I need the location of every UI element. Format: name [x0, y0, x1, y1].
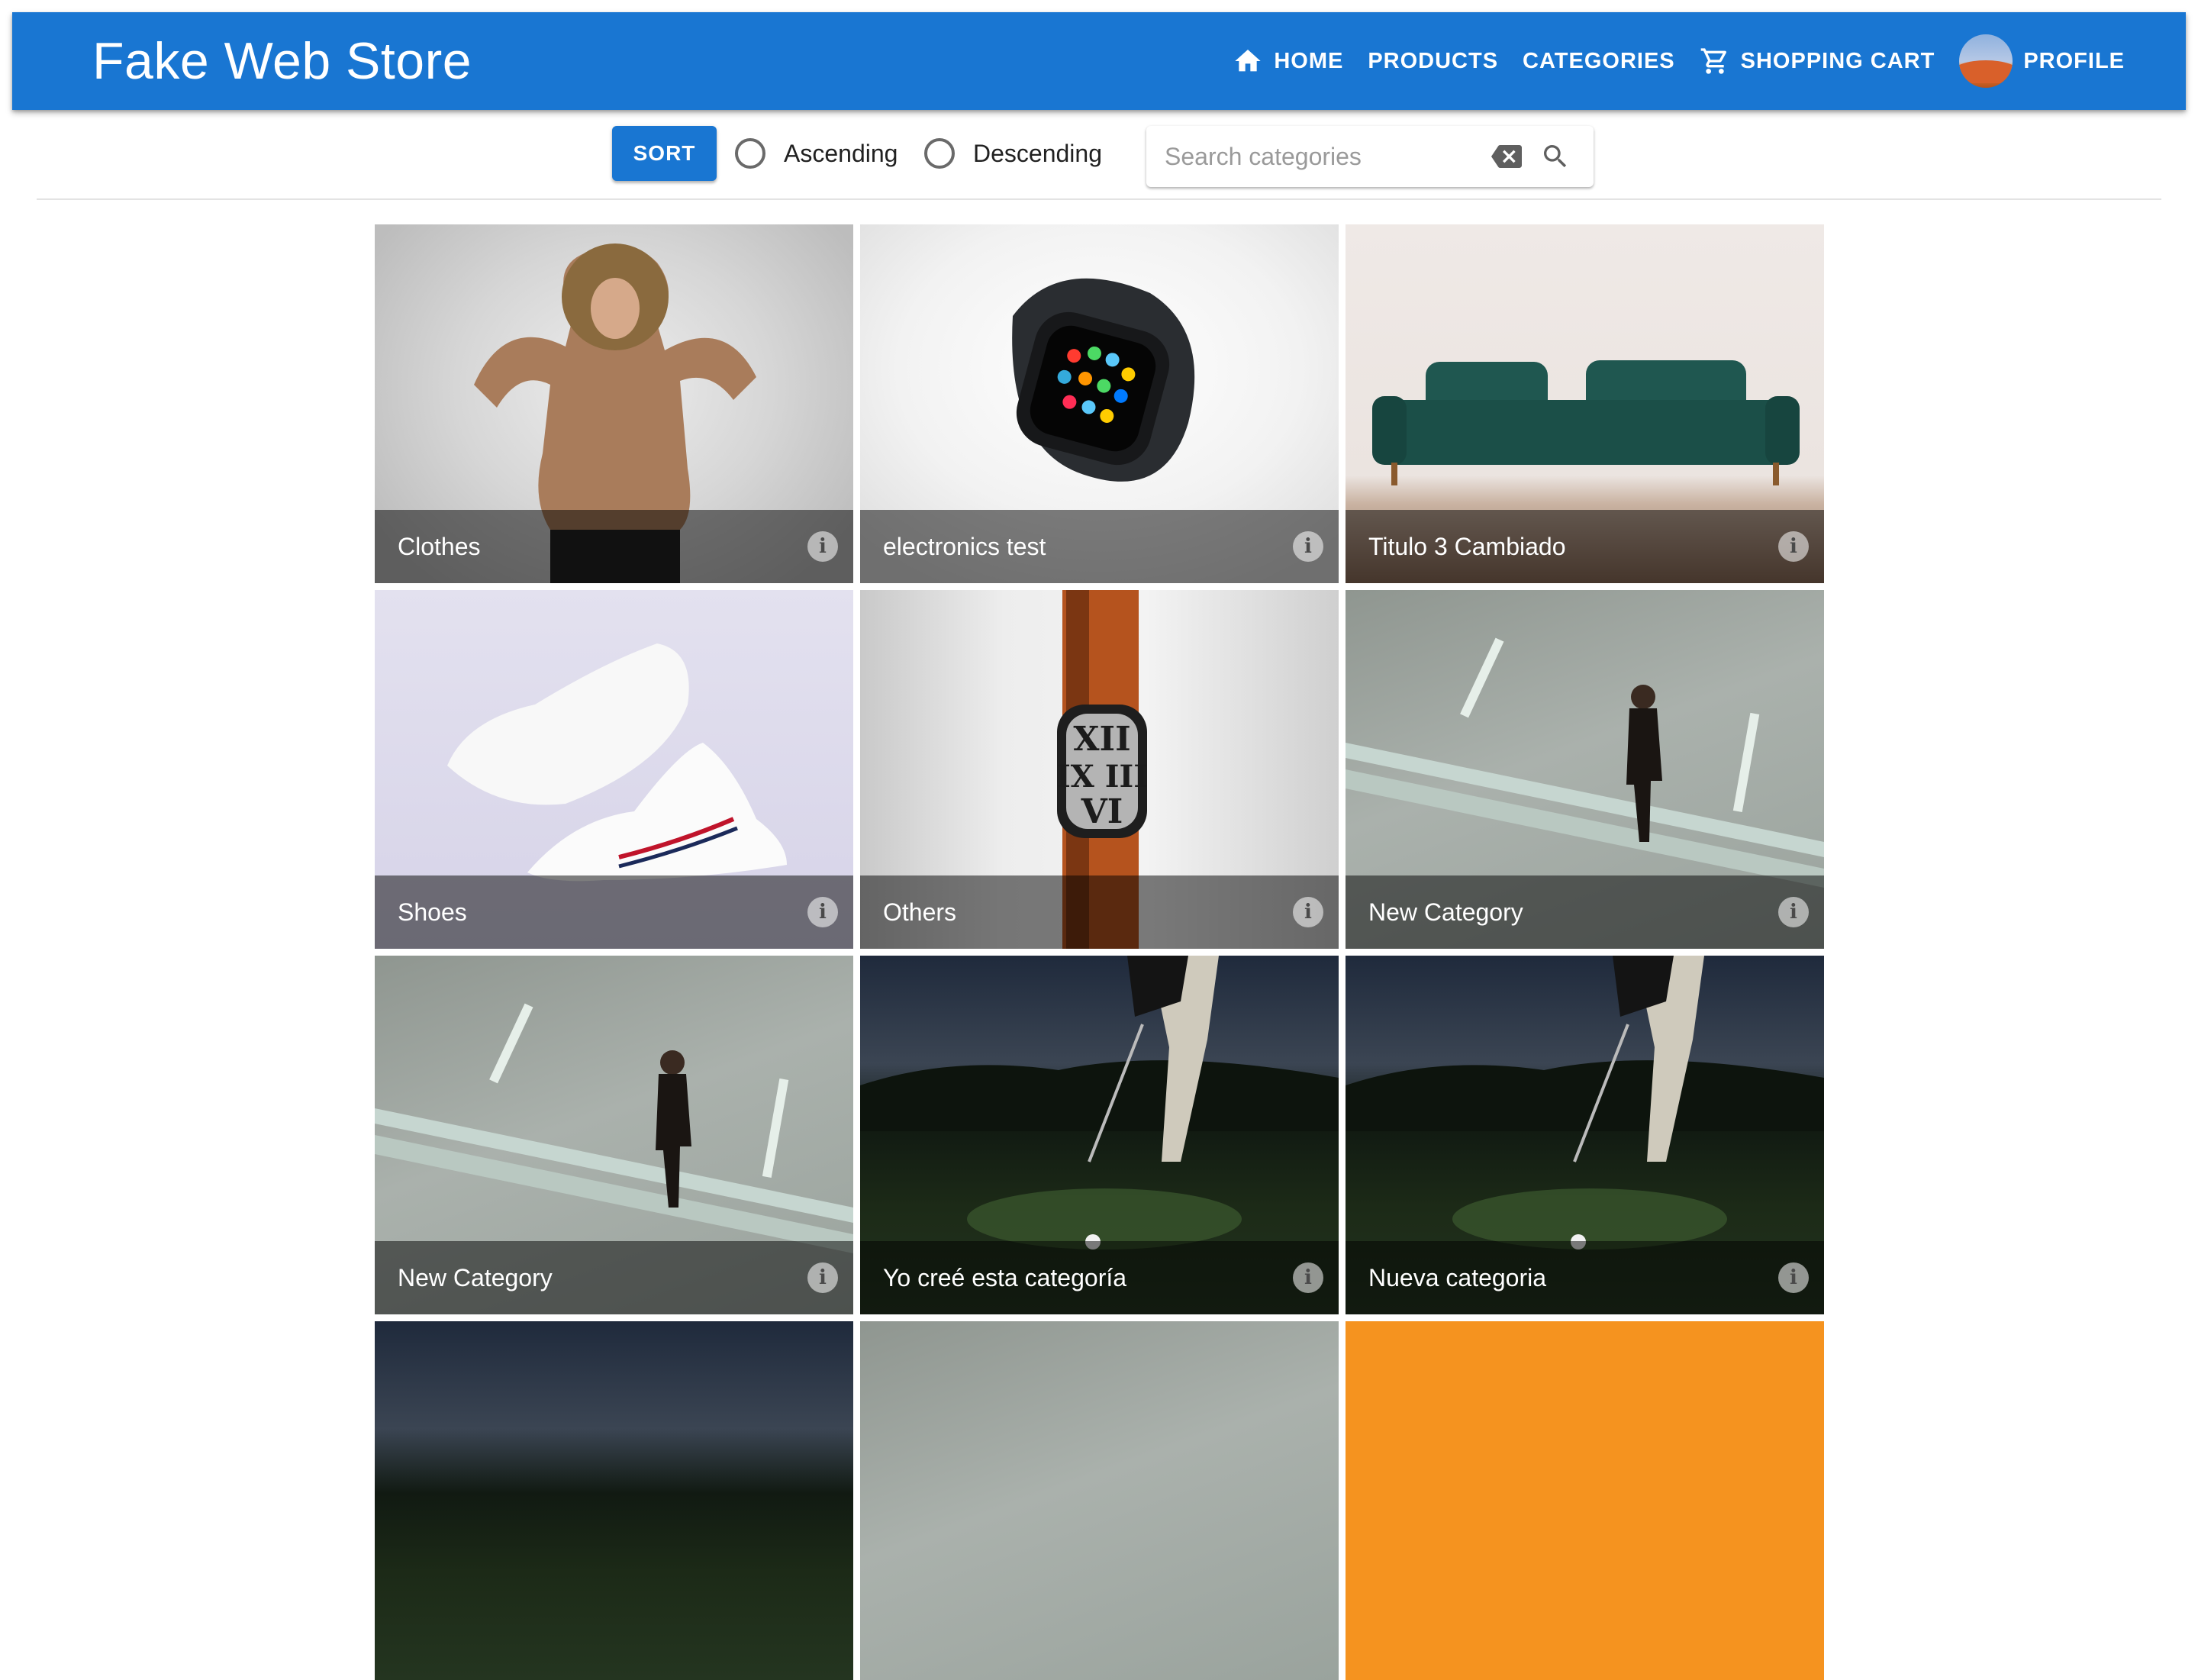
info-icon[interactable]: i [807, 531, 838, 562]
ascending-radio[interactable] [735, 138, 765, 169]
search-icon [1544, 145, 1567, 168]
tile-title-bar: Clothes i [375, 510, 853, 583]
search-button[interactable] [1536, 137, 1575, 176]
category-image-orange [1346, 1321, 1824, 1680]
app-bar: Fake Web Store HOME PRODUCTS CATEGORIES … [12, 12, 2186, 110]
main-nav: HOME PRODUCTS CATEGORIES SHOPPING CART P… [1220, 12, 2137, 110]
clear-search-button[interactable] [1487, 137, 1526, 176]
category-tile[interactable] [375, 1321, 853, 1680]
info-icon[interactable]: i [1293, 897, 1323, 927]
descending-radio[interactable] [924, 138, 955, 169]
nav-profile-button[interactable]: PROFILE [1947, 34, 2137, 89]
tile-title-bar: Others i [860, 875, 1339, 949]
category-tile[interactable]: electronics test i [860, 224, 1339, 583]
category-tile[interactable]: Titulo 3 Cambiado i [1346, 224, 1824, 583]
nav-products-label: PRODUCTS [1368, 48, 1499, 73]
category-grid: Clothes i electronics test i Titulo 3 Ca… [375, 224, 1825, 1680]
sort-search-toolbar: SORT Ascending Descending [0, 126, 2198, 187]
backspace-icon [1491, 145, 1522, 168]
nav-cart-label: SHOPPING CART [1740, 48, 1935, 73]
category-title: New Category [1368, 898, 1523, 926]
tile-title-bar: New Category i [1346, 875, 1824, 949]
category-title: Others [883, 898, 957, 926]
search-input[interactable] [1165, 134, 1487, 179]
home-icon [1235, 50, 1261, 72]
svg-text:XII: XII [1073, 720, 1130, 759]
category-tile[interactable] [860, 1321, 1339, 1680]
tile-title-bar: Yo creé esta categoría i [860, 1241, 1339, 1314]
category-title: Clothes [398, 532, 481, 560]
tile-title-bar: Titulo 3 Cambiado i [1346, 510, 1824, 583]
category-tile[interactable] [1346, 1321, 1824, 1680]
svg-text:IX III: IX III [1056, 759, 1148, 795]
nav-cart-button[interactable]: SHOPPING CART [1687, 34, 1948, 89]
category-title: electronics test [883, 532, 1046, 560]
descending-radio-option[interactable]: Descending [924, 126, 1102, 181]
category-title: Nueva categoria [1368, 1263, 1547, 1291]
info-icon[interactable]: i [1778, 897, 1809, 927]
tile-title-bar: electronics test i [860, 510, 1339, 583]
info-icon[interactable]: i [807, 1262, 838, 1293]
info-icon[interactable]: i [1778, 1262, 1809, 1293]
nav-categories-label: CATEGORIES [1523, 48, 1675, 73]
nav-profile-label: PROFILE [2023, 48, 2125, 73]
nav-home-label: HOME [1274, 48, 1344, 73]
descending-label: Descending [973, 139, 1102, 167]
info-icon[interactable]: i [807, 897, 838, 927]
category-tile[interactable]: Clothes i [375, 224, 853, 583]
sort-button[interactable]: SORT [612, 126, 717, 181]
category-tile[interactable]: New Category i [1346, 590, 1824, 949]
category-title: Yo creé esta categoría [883, 1263, 1127, 1291]
category-tile[interactable]: Yo creé esta categoría i [860, 956, 1339, 1314]
shopping-cart-icon [1700, 48, 1726, 74]
nav-categories-button[interactable]: CATEGORIES [1510, 34, 1687, 89]
toolbar-divider [37, 198, 2161, 200]
nav-home-button[interactable]: HOME [1220, 34, 1355, 89]
category-tile[interactable]: Shoes i [375, 590, 853, 949]
app-title[interactable]: Fake Web Store [92, 31, 472, 91]
tile-title-bar: New Category i [375, 1241, 853, 1314]
search-bar [1146, 126, 1594, 187]
category-image-grey [860, 1321, 1339, 1680]
category-tile[interactable]: New Category i [375, 956, 853, 1314]
tile-title-bar: Shoes i [375, 875, 853, 949]
category-title: Shoes [398, 898, 467, 926]
category-title: New Category [398, 1263, 553, 1291]
nav-products-button[interactable]: PRODUCTS [1355, 34, 1510, 89]
category-image-dark [375, 1321, 853, 1680]
category-title: Titulo 3 Cambiado [1368, 532, 1566, 560]
tile-title-bar: Nueva categoria i [1346, 1241, 1824, 1314]
category-tile[interactable]: Nueva categoria i [1346, 956, 1824, 1314]
svg-text:VI: VI [1081, 792, 1123, 831]
info-icon[interactable]: i [1293, 1262, 1323, 1293]
ascending-label: Ascending [784, 139, 898, 167]
info-icon[interactable]: i [1778, 531, 1809, 562]
avatar [1959, 34, 2013, 88]
info-icon[interactable]: i [1293, 531, 1323, 562]
ascending-radio-option[interactable]: Ascending [735, 126, 898, 181]
category-tile[interactable]: XII IX III VI Others i [860, 590, 1339, 949]
